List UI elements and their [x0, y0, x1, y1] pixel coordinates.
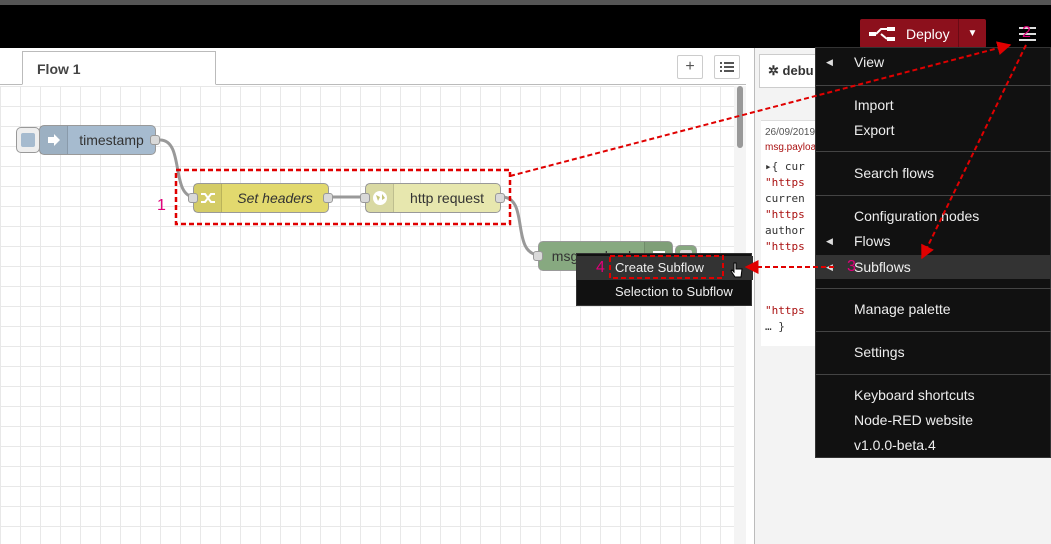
- menu-item-view[interactable]: ◀ View: [816, 50, 1051, 74]
- node-label: Set headers: [237, 190, 313, 206]
- annotation-step-2: 2: [1022, 24, 1031, 41]
- deploy-label: Deploy: [906, 25, 950, 42]
- node-set-headers[interactable]: Set headers: [188, 183, 333, 213]
- debug-timestamp: 26/09/2019: [765, 127, 816, 138]
- version-label: v1.0.0-beta.4: [854, 437, 936, 453]
- input-port[interactable]: [533, 251, 543, 261]
- add-flow-button[interactable]: +: [677, 55, 703, 79]
- node-label: timestamp: [79, 132, 144, 148]
- output-port[interactable]: [495, 193, 505, 203]
- debug-payload: ▸{ cur "https curren "https author "http…: [765, 160, 805, 333]
- workspace-tabs: Flow 1 +: [0, 48, 746, 85]
- caret-left-icon: ◀: [826, 236, 833, 246]
- tab-flow-1[interactable]: Flow 1: [22, 51, 216, 85]
- main-menu: ◀ View Import Export Search flows Config…: [815, 47, 1051, 458]
- bug-icon: ✲: [768, 63, 779, 78]
- menu-item-node-red-website[interactable]: Node-RED website: [816, 408, 1051, 432]
- globe-icon: [366, 184, 394, 212]
- input-port[interactable]: [360, 193, 370, 203]
- menu-item-import[interactable]: Import: [816, 93, 1051, 117]
- menu-item-export[interactable]: Export: [816, 118, 1051, 142]
- deploy-icon: [860, 19, 906, 48]
- menu-item-flows[interactable]: ◀ Flows: [816, 229, 1051, 253]
- menu-item-configuration-nodes[interactable]: Configuration nodes: [816, 204, 1051, 228]
- deploy-button[interactable]: Deploy ▼: [860, 19, 986, 48]
- caret-down-icon: ▼: [967, 28, 978, 39]
- annotation-step-1: 1: [157, 197, 166, 214]
- shuffle-icon: [194, 184, 222, 212]
- arrow-right-icon: [40, 126, 68, 154]
- output-port[interactable]: [323, 193, 333, 203]
- list-icon: [720, 62, 734, 72]
- plus-icon: +: [685, 58, 695, 75]
- output-port[interactable]: [150, 135, 160, 145]
- list-flows-button[interactable]: [714, 55, 740, 79]
- scrollbar-thumb[interactable]: [737, 86, 743, 148]
- node-label: http request: [410, 190, 484, 206]
- menu-item-search-flows[interactable]: Search flows: [816, 161, 1051, 185]
- input-port[interactable]: [188, 193, 198, 203]
- node-timestamp[interactable]: timestamp: [39, 125, 160, 155]
- canvas-scrollbar[interactable]: [734, 86, 746, 544]
- menu-item-settings[interactable]: Settings: [816, 340, 1051, 364]
- hand-cursor-icon: [730, 262, 743, 278]
- annotation-step-4: 4: [596, 259, 605, 276]
- debug-topic: msg.payloa: [765, 142, 817, 153]
- header-bar: Deploy ▼: [0, 0, 1051, 48]
- debug-message: 26/09/2019 msg.payloa ▸{ cur "https curr…: [761, 120, 822, 346]
- sidebar-tab-label: debu: [782, 63, 814, 78]
- menu-item-manage-palette[interactable]: Manage palette: [816, 297, 1051, 321]
- inject-trigger-button[interactable]: [16, 127, 40, 153]
- node-http-request[interactable]: http request: [360, 183, 505, 213]
- caret-left-icon: ◀: [826, 57, 833, 67]
- deploy-options-button[interactable]: ▼: [958, 19, 986, 48]
- menu-item-selection-to-subflow[interactable]: Selection to Subflow: [577, 280, 753, 304]
- annotation-step-3: 3: [847, 258, 856, 275]
- caret-left-icon: ◀: [826, 262, 833, 272]
- menu-item-keyboard-shortcuts[interactable]: Keyboard shortcuts: [816, 383, 1051, 407]
